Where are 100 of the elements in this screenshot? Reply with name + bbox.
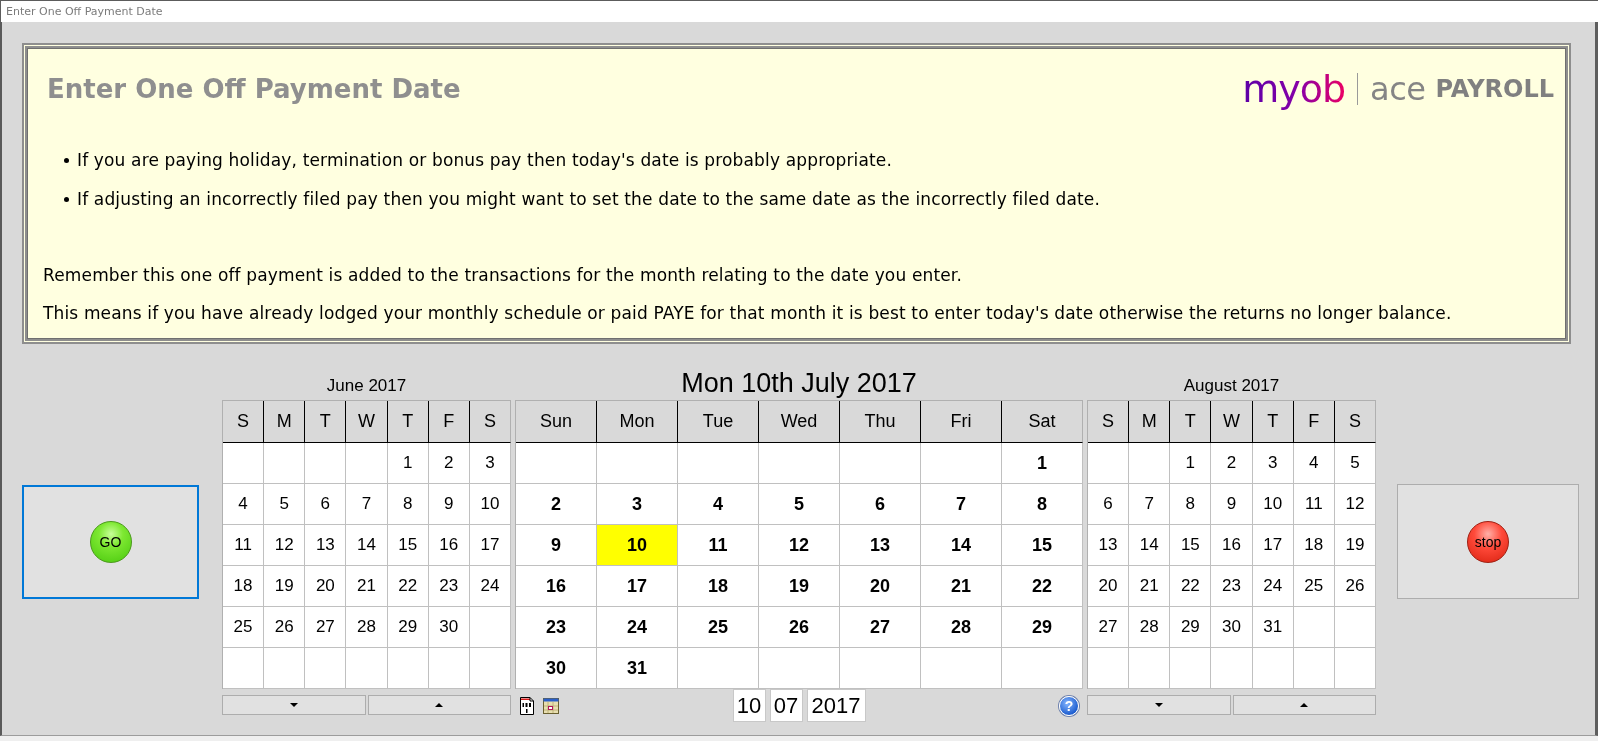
day-cell[interactable]: 21 <box>1129 566 1171 607</box>
day-cell[interactable]: 21 <box>921 566 1002 607</box>
day-cell[interactable]: 3 <box>1252 443 1294 484</box>
day-cell[interactable]: 14 <box>921 525 1002 566</box>
day-cell[interactable]: 16 <box>428 525 470 566</box>
day-cell[interactable]: 12 <box>1334 484 1376 525</box>
day-cell[interactable]: 23 <box>1211 566 1253 607</box>
day-cell[interactable]: 2 <box>1211 443 1253 484</box>
day-cell[interactable]: 17 <box>597 566 678 607</box>
day-cell[interactable]: 7 <box>921 484 1002 525</box>
day-cell[interactable]: 5 <box>1334 443 1376 484</box>
day-cell[interactable]: 28 <box>921 607 1002 648</box>
day-cell[interactable]: 19 <box>1334 525 1376 566</box>
day-cell[interactable]: 29 <box>1002 607 1083 648</box>
day-cell[interactable]: 2 <box>428 443 470 484</box>
day-cell[interactable]: 30 <box>516 648 597 689</box>
day-cell[interactable]: 13 <box>305 525 347 566</box>
day-cell[interactable]: 18 <box>678 566 759 607</box>
day-cell[interactable]: 5 <box>264 484 306 525</box>
day-cell[interactable]: 10 <box>469 484 511 525</box>
day-cell[interactable]: 18 <box>223 566 265 607</box>
day-cell[interactable]: 26 <box>1334 566 1376 607</box>
day-cell[interactable]: 28 <box>1129 607 1171 648</box>
day-cell[interactable]: 15 <box>387 525 429 566</box>
day-cell[interactable]: 11 <box>223 525 265 566</box>
day-cell[interactable]: 8 <box>387 484 429 525</box>
day-cell[interactable]: 7 <box>1129 484 1171 525</box>
day-cell[interactable]: 15 <box>1002 525 1083 566</box>
day-cell[interactable]: 10 <box>597 525 678 566</box>
day-cell[interactable]: 26 <box>264 607 306 648</box>
day-cell[interactable]: 8 <box>1170 484 1212 525</box>
day-cell[interactable]: 3 <box>469 443 511 484</box>
day-cell[interactable]: 25 <box>223 607 265 648</box>
down-button[interactable] <box>1087 695 1231 715</box>
day-cell[interactable]: 16 <box>516 566 597 607</box>
day-cell[interactable]: 25 <box>678 607 759 648</box>
day-cell[interactable]: 4 <box>223 484 265 525</box>
stop-button[interactable]: stop <box>1397 484 1579 599</box>
day-cell[interactable]: 11 <box>1293 484 1335 525</box>
day-cell[interactable]: 9 <box>1211 484 1253 525</box>
day-cell[interactable]: 31 <box>1252 607 1294 648</box>
day-cell[interactable]: 25 <box>1293 566 1335 607</box>
day-field[interactable]: 10 <box>732 689 766 722</box>
year-field[interactable]: 2017 <box>806 689 866 722</box>
day-cell[interactable]: 4 <box>678 484 759 525</box>
day-cell[interactable]: 22 <box>1002 566 1083 607</box>
day-cell[interactable]: 6 <box>840 484 921 525</box>
day-cell[interactable]: 22 <box>387 566 429 607</box>
day-cell[interactable]: 19 <box>264 566 306 607</box>
day-cell[interactable]: 22 <box>1170 566 1212 607</box>
day-cell[interactable]: 1 <box>1002 443 1083 484</box>
go-button[interactable]: GO <box>22 485 199 599</box>
day-cell[interactable]: 8 <box>1002 484 1083 525</box>
day-cell[interactable]: 23 <box>428 566 470 607</box>
day-cell[interactable]: 20 <box>840 566 921 607</box>
day-cell[interactable]: 16 <box>1211 525 1253 566</box>
calendar-icon[interactable] <box>543 697 559 714</box>
day-cell[interactable]: 14 <box>346 525 388 566</box>
day-cell[interactable]: 15 <box>1170 525 1212 566</box>
day-cell[interactable]: 28 <box>346 607 388 648</box>
day-cell[interactable]: 12 <box>759 525 840 566</box>
day-cell[interactable]: 30 <box>428 607 470 648</box>
day-cell[interactable]: 13 <box>840 525 921 566</box>
day-cell[interactable]: 12 <box>264 525 306 566</box>
day-cell[interactable]: 9 <box>428 484 470 525</box>
day-cell[interactable]: 27 <box>305 607 347 648</box>
down-button[interactable] <box>222 695 366 715</box>
month-field[interactable]: 07 <box>769 689 803 722</box>
day-cell[interactable]: 30 <box>1211 607 1253 648</box>
day-cell[interactable]: 2 <box>516 484 597 525</box>
day-cell[interactable]: 17 <box>469 525 511 566</box>
up-button[interactable] <box>1232 695 1376 715</box>
day-cell[interactable]: 7 <box>346 484 388 525</box>
day-cell[interactable]: 5 <box>759 484 840 525</box>
day-cell[interactable]: 20 <box>1088 566 1130 607</box>
day-cell[interactable]: 24 <box>469 566 511 607</box>
day-cell[interactable]: 13 <box>1088 525 1130 566</box>
day-cell[interactable]: 17 <box>1252 525 1294 566</box>
date-page-icon[interactable] <box>520 696 534 715</box>
day-cell[interactable]: 29 <box>387 607 429 648</box>
day-cell[interactable]: 18 <box>1293 525 1335 566</box>
day-cell[interactable]: 27 <box>1088 607 1130 648</box>
day-cell[interactable]: 14 <box>1129 525 1171 566</box>
day-cell[interactable]: 1 <box>387 443 429 484</box>
up-button[interactable] <box>367 695 511 715</box>
day-cell[interactable]: 24 <box>597 607 678 648</box>
day-cell[interactable]: 10 <box>1252 484 1294 525</box>
day-cell[interactable]: 26 <box>759 607 840 648</box>
day-cell[interactable]: 31 <box>597 648 678 689</box>
day-cell[interactable]: 20 <box>305 566 347 607</box>
day-cell[interactable]: 23 <box>516 607 597 648</box>
day-cell[interactable]: 4 <box>1293 443 1335 484</box>
day-cell[interactable]: 29 <box>1170 607 1212 648</box>
day-cell[interactable]: 11 <box>678 525 759 566</box>
day-cell[interactable]: 1 <box>1170 443 1212 484</box>
day-cell[interactable]: 21 <box>346 566 388 607</box>
day-cell[interactable]: 6 <box>1088 484 1130 525</box>
day-cell[interactable]: 19 <box>759 566 840 607</box>
day-cell[interactable]: 6 <box>305 484 347 525</box>
day-cell[interactable]: 27 <box>840 607 921 648</box>
